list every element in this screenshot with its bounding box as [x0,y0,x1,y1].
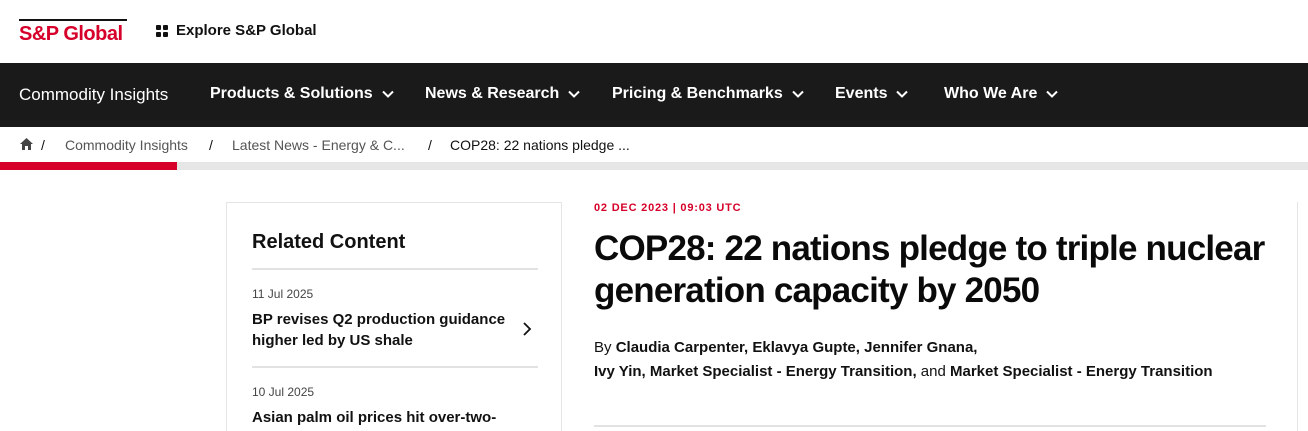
nav-item-label: Events [835,85,888,102]
related-content-card: Related Content 11 Jul 2025 BP revises Q… [226,202,562,431]
chevron-down-icon [896,90,909,98]
byline-authors[interactable]: Ivy Yin, Market Specialist - Energy Tran… [594,363,917,380]
byline-authors[interactable]: Claudia Carpenter, Eklavya Gupte, Jennif… [616,339,978,356]
article-dateline: 02 DEC 2023 | 09:03 UTC [594,202,742,214]
related-item[interactable]: 10 Jul 2025 Asian palm oil prices hit ov… [252,385,538,428]
breadcrumb-commodity-insights[interactable]: Commodity Insights [65,137,188,153]
logo-rule [19,19,127,21]
article: 02 DEC 2023 | 09:03 UTC COP28: 22 nation… [594,202,1274,384]
divider [252,268,538,270]
reading-progress-bar [0,162,1308,170]
related-item-title: BP revises Q2 production guidance higher… [252,311,506,349]
chevron-down-icon [792,90,804,98]
nav-brand-commodity-insights[interactable]: Commodity Insights [19,85,168,105]
breadcrumb-separator: / [209,137,213,153]
nav-item-label: News & Research [425,85,560,102]
reading-progress-fill [0,162,177,170]
chevron-down-icon [568,90,581,98]
related-item-date: 10 Jul 2025 [252,385,315,399]
nav-item-label: Products & Solutions [210,85,373,102]
chevron-down-icon [1046,90,1059,98]
nav-item-label: Who We Are [944,85,1038,102]
article-byline: By Claudia Carpenter, Eklavya Gupte, Jen… [594,336,1274,384]
byline-line-1: By Claudia Carpenter, Eklavya Gupte, Jen… [594,336,1274,360]
breadcrumb-latest-news[interactable]: Latest News - Energy & C... [232,137,405,153]
related-item-title: Asian palm oil prices hit over-two- [252,409,497,426]
nav-item-products-solutions[interactable]: Products & Solutions [210,85,395,103]
byline-authors[interactable]: Market Specialist - Energy Transition [950,363,1213,380]
divider [252,366,538,368]
explore-label: Explore S&P Global [176,22,317,39]
nav-item-events[interactable]: Events [835,85,909,103]
chevron-down-icon [381,90,394,98]
breadcrumb-separator: / [428,137,432,153]
byline-and: and [920,363,946,380]
nav-item-who-we-are[interactable]: Who We Are [944,85,1059,103]
home-icon[interactable] [19,137,34,151]
byline-prefix: By [594,339,612,356]
explore-sp-global-button[interactable]: Explore S&P Global [156,22,317,39]
related-content-title: Related Content [252,231,406,253]
chevron-right-icon [523,322,532,336]
breadcrumb-separator: / [41,137,45,153]
grid-icon [156,24,168,37]
breadcrumb-current-article: COP28: 22 nations pledge ... [450,137,630,153]
related-item-date: 11 Jul 2025 [252,287,314,301]
nav-item-news-research[interactable]: News & Research [425,85,581,103]
related-item[interactable]: 11 Jul 2025 BP revises Q2 production gui… [252,287,538,351]
article-divider [594,425,1266,427]
sp-global-logo[interactable]: S&P Global [19,19,127,45]
nav-item-pricing-benchmarks[interactable]: Pricing & Benchmarks [612,85,805,103]
article-headline: COP28: 22 nations pledge to triple nucle… [594,229,1265,310]
logo-text: S&P Global [19,23,123,45]
top-bar: S&P Global Explore S&P Global [0,0,1308,63]
nav-item-label: Pricing & Benchmarks [612,85,783,102]
byline-line-2: Ivy Yin, Market Specialist - Energy Tran… [594,360,1274,384]
main-nav: Commodity Insights Products & Solutions … [0,63,1308,127]
breadcrumb: / Commodity Insights / Latest News - Ene… [0,127,1308,162]
right-rail-edge [1297,202,1308,431]
